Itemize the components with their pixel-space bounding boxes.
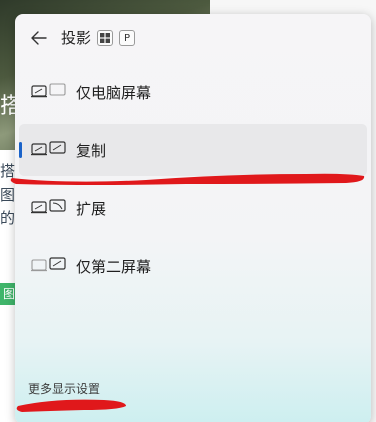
project-option-second-screen-only[interactable]: 仅第二屏幕 (19, 240, 367, 292)
p-key-badge: P (119, 30, 135, 46)
project-option-duplicate[interactable]: 复制 (19, 124, 367, 176)
more-display-settings-link[interactable]: 更多显示设置 (28, 380, 100, 397)
background-text: 图 (0, 186, 16, 204)
option-label: 仅电脑屏幕 (76, 84, 152, 102)
project-option-pc-only[interactable]: 仅电脑屏幕 (19, 66, 367, 118)
pc-screen-only-icon (31, 83, 66, 98)
back-arrow-icon (31, 31, 47, 45)
background-text: 搭 (0, 162, 16, 180)
selection-indicator (19, 142, 22, 158)
flyout-header: 投影 P (15, 24, 371, 52)
second-screen-only-icon (31, 257, 66, 272)
flyout-title: 投影 (61, 29, 92, 47)
project-flyout: 投影 P 仅电脑屏幕 复制 扩展 仅第二屏幕 更多显示设置 (15, 14, 371, 422)
back-button[interactable] (29, 26, 49, 50)
project-option-extend[interactable]: 扩展 (19, 182, 367, 234)
extend-icon (31, 199, 66, 214)
option-label: 扩展 (76, 200, 107, 218)
option-label: 仅第二屏幕 (76, 258, 152, 276)
duplicate-icon (31, 141, 66, 156)
option-label: 复制 (76, 142, 107, 160)
windows-key-icon (97, 30, 113, 46)
